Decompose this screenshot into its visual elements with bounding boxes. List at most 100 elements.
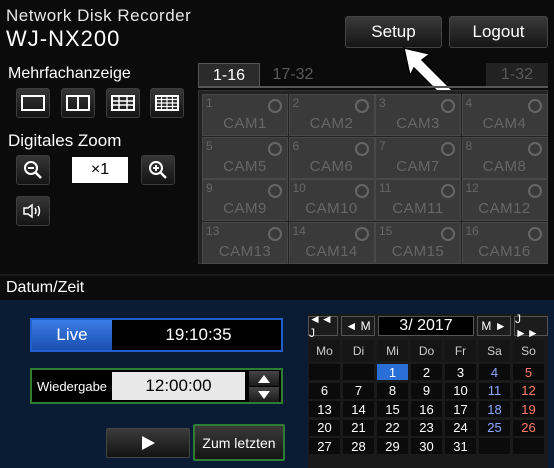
calendar-day[interactable]: 2 [411,364,442,380]
camera-number: 13 [206,223,220,238]
calendar-day[interactable]: 31 [445,438,476,454]
camera-name: CAM3 [396,115,440,132]
camera-cell[interactable]: 8 CAM8 [461,136,548,179]
camera-status-icon [441,141,455,156]
camera-name: CAM8 [482,157,527,175]
layout-1-button[interactable] [16,88,50,118]
camera-number: 9 [206,181,213,195]
calendar-day[interactable]: 9 [411,382,442,399]
logout-button[interactable]: Logout [449,16,548,48]
calendar-day[interactable]: 12 [513,382,544,399]
calendar-day[interactable]: 25 [479,419,510,436]
zoom-out-button[interactable] [16,155,50,185]
tab-1-32[interactable]: 1-32 [486,63,548,87]
calendar-day[interactable]: 13 [309,401,340,417]
camera-name: CAM13 [218,242,272,260]
audio-button[interactable] [16,196,50,226]
camera-status-icon [268,184,282,198]
layout-9-button[interactable] [106,88,140,118]
tab-17-32[interactable]: 17-32 [262,63,324,87]
camera-cell[interactable]: 2 CAM2 [288,94,375,136]
camera-cell[interactable]: 12 CAM12 [461,179,548,221]
camera-cell[interactable]: 13 CAM13 [202,221,288,264]
camera-name: CAM6 [309,157,354,175]
calendar-day[interactable]: 20 [309,419,340,436]
camera-cell[interactable]: 7 CAM7 [375,136,461,179]
triangle-down-icon [258,390,270,399]
playback-row: Wiedergabe 12:00:00 [30,368,283,404]
calendar-day[interactable]: 14 [343,401,374,417]
tab-underline [198,86,548,88]
camera-number: 11 [379,181,392,195]
playback-time-input[interactable]: 12:00:00 [112,372,245,400]
camera-name: CAM11 [392,200,444,217]
calendar-day[interactable]: 15 [377,401,408,417]
camera-cell[interactable]: 5 CAM5 [202,136,288,179]
to-latest-button[interactable]: Zum letzten [193,424,285,461]
calendar-day[interactable]: 24 [445,419,476,436]
calendar-day[interactable]: 8 [377,382,408,399]
calendar-day[interactable]: 4 [479,364,510,380]
camera-status-icon [354,141,369,156]
calendar-day[interactable]: 23 [411,419,442,436]
camera-status-icon [268,226,282,241]
camera-cell[interactable]: 4 CAM4 [461,94,548,136]
camera-grid: 1 CAM1 2 CAM2 3 CAM3 4 CAM4 5 CAM5 6 CAM6 7 CAM7 8 CAM8… [198,90,548,264]
calendar-day[interactable]: 3 [445,364,476,380]
camera-number: 6 [292,138,300,153]
calendar-day[interactable]: 10 [445,382,476,399]
camera-cell[interactable]: 11 CAM11 [375,179,461,221]
camera-cell[interactable]: 6 CAM6 [288,136,375,179]
calendar-day[interactable]: 27 [309,438,340,454]
calendar-day[interactable]: 26 [513,419,544,436]
camera-cell[interactable]: 16 CAM16 [461,221,548,264]
camera-name: CAM10 [305,200,358,217]
camera-cell[interactable]: 10 CAM10 [288,179,375,221]
calendar-day[interactable]: 1 [377,364,408,380]
camera-cell[interactable]: 15 CAM15 [375,221,461,264]
calendar-day[interactable]: 5 [513,364,544,380]
calendar-day[interactable]: 29 [377,438,408,454]
tab-1-16[interactable]: 1-16 [198,63,260,87]
camera-number: 14 [292,223,306,238]
calendar-day[interactable]: 17 [445,401,476,417]
datetime-section-bar: Datum/Zeit [0,274,554,300]
next-year-button[interactable]: J ►► [514,312,548,340]
camera-name: CAM5 [223,157,267,175]
camera-status-icon [527,226,542,241]
calendar-day[interactable]: 18 [479,401,510,417]
calendar-day[interactable]: 22 [377,419,408,436]
datetime-panel: Live 19:10:35 Wiedergabe 12:00:00 Zum le… [0,300,554,468]
camera-cell[interactable]: 9 CAM9 [202,179,288,221]
camera-cell[interactable]: 3 CAM3 [375,94,461,136]
prev-month-button[interactable]: ◄ M [341,316,375,336]
calendar-day[interactable]: 11 [479,382,510,399]
camera-status-icon [268,141,282,156]
calendar-day[interactable]: 28 [343,438,374,454]
calendar-day-header: Di [343,340,374,361]
camera-status-icon [268,99,282,113]
camera-status-icon [354,184,369,198]
4-screen-layout-icon [66,95,90,111]
camera-name: CAM4 [482,115,527,132]
camera-status-icon [441,184,455,198]
prev-year-button[interactable]: ◄◄ J [308,312,338,340]
camera-cell[interactable]: 14 CAM14 [288,221,375,264]
calendar-day[interactable]: 16 [411,401,442,417]
time-up-button[interactable] [249,371,279,386]
calendar-day[interactable]: 21 [343,419,374,436]
layout-4-button[interactable] [61,88,95,118]
play-button[interactable] [106,428,190,458]
camera-cell[interactable]: 1 CAM1 [202,94,288,136]
calendar-day[interactable]: 7 [343,382,374,399]
calendar-day[interactable]: 19 [513,401,544,417]
next-month-button[interactable]: M ► [477,316,511,336]
zoom-in-button[interactable] [141,155,175,185]
calendar-day[interactable]: 30 [411,438,442,454]
calendar-day-header: Fr [445,340,476,361]
calendar-day[interactable]: 6 [309,382,340,399]
live-button[interactable]: Live [32,320,112,350]
calendar-day-header: Mo [309,340,340,361]
layout-16-button[interactable] [150,88,184,118]
time-down-button[interactable] [249,387,279,402]
